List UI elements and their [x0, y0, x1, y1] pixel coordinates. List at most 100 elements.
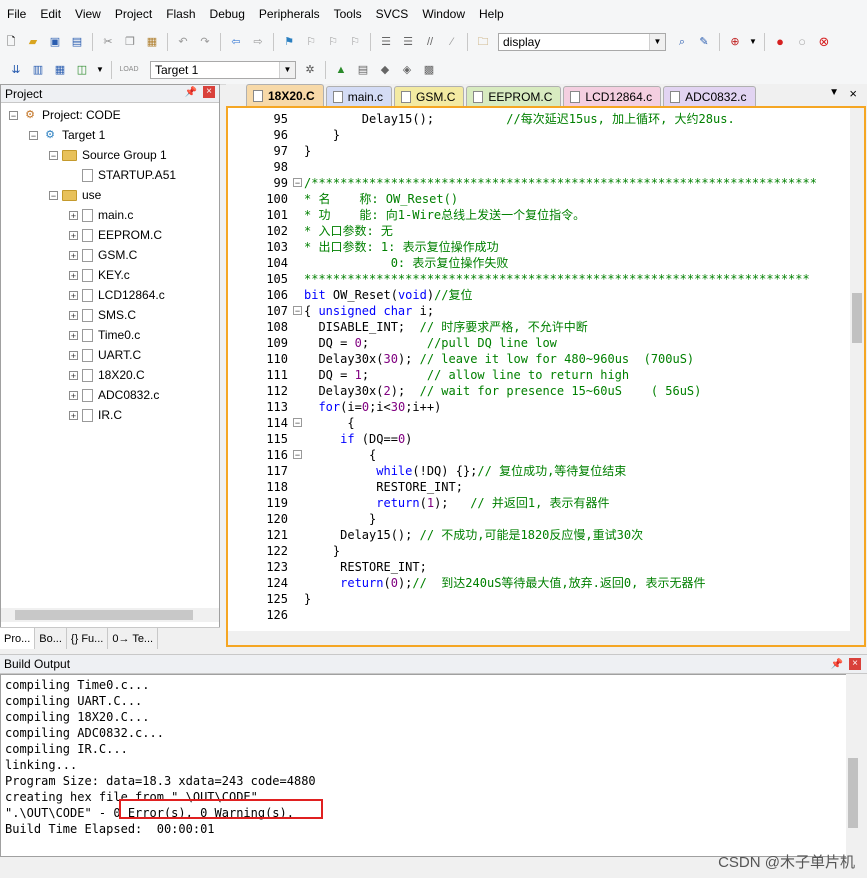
editor-tab[interactable]: LCD12864.c [563, 86, 662, 106]
breakpoint-icon[interactable]: ● [772, 34, 788, 50]
find-in-files-icon[interactable]: 🗀 [475, 34, 491, 50]
load-icon[interactable]: LOAD [119, 62, 139, 78]
expand-icon[interactable]: + [69, 230, 78, 240]
file-extensions-icon[interactable]: ▤ [355, 62, 371, 78]
chevron-down-icon[interactable]: ▼ [749, 34, 757, 50]
tree-item[interactable]: + ADC0832.c [69, 385, 159, 405]
close-icon[interactable]: × [203, 86, 215, 98]
expand-icon[interactable]: + [69, 290, 78, 300]
fold-toggle-icon[interactable]: − [293, 450, 302, 460]
pin-icon[interactable]: 📌 [831, 659, 843, 670]
translate-icon[interactable]: ⇊ [8, 62, 24, 78]
project-hscroll[interactable] [1, 608, 219, 622]
copy-icon[interactable]: ❐ [122, 34, 138, 50]
project-tab[interactable]: {} Fu... [67, 628, 109, 649]
undo-icon[interactable]: ↶ [175, 34, 191, 50]
tree-item[interactable]: − Source Group 1 [49, 145, 167, 165]
new-file-icon[interactable]: 🗋 [3, 34, 19, 50]
rebuild-icon[interactable]: ▦ [52, 62, 68, 78]
collapse-icon[interactable]: − [9, 110, 18, 120]
expand-icon[interactable]: + [69, 330, 78, 340]
tree-item[interactable]: + EEPROM.C [69, 225, 162, 245]
collapse-icon[interactable]: − [49, 150, 58, 160]
nav-back-icon[interactable]: ⇦ [228, 34, 244, 50]
close-icon[interactable]: × [849, 86, 857, 101]
manage-runtime-icon[interactable]: ◆ [377, 62, 393, 78]
tree-item[interactable]: + Time0.c [69, 325, 140, 345]
fold-toggle-icon[interactable]: − [293, 306, 302, 316]
project-hscroll-thumb[interactable] [15, 610, 193, 620]
expand-icon[interactable]: + [69, 270, 78, 280]
fold-toggle-icon[interactable]: − [293, 178, 302, 188]
chevron-down-icon[interactable]: ▼ [279, 62, 295, 78]
close-icon[interactable]: × [849, 658, 861, 670]
editor-tab[interactable]: 18X20.C [246, 84, 324, 106]
menu-peripherals[interactable]: Peripherals [252, 0, 327, 28]
uncomment-icon[interactable]: ⁄ [444, 34, 460, 50]
code-area[interactable]: Delay15(); //每次延迟15us, 加上循环, 大约28us. }} −… [292, 108, 850, 645]
tree-item[interactable]: + SMS.C [69, 305, 136, 325]
select-pack-icon[interactable]: ▩ [421, 62, 437, 78]
collapse-icon[interactable]: − [49, 190, 58, 200]
tab-list-icon[interactable]: ▼ [829, 87, 839, 98]
menu-debug[interactable]: Debug [203, 0, 252, 28]
tree-item[interactable]: +STARTUP.A51 [69, 165, 176, 185]
build-output-vscroll[interactable] [846, 674, 860, 857]
project-tab[interactable]: Bo... [35, 628, 67, 649]
expand-icon[interactable]: + [69, 210, 78, 220]
bookmark-clear-icon[interactable]: ⚐ [347, 34, 363, 50]
cut-icon[interactable]: ✂ [100, 34, 116, 50]
bookmark-next-icon[interactable]: ⚐ [325, 34, 341, 50]
tree-item[interactable]: + GSM.C [69, 245, 137, 265]
debug-start-icon[interactable]: ⊕ [727, 34, 743, 50]
menu-file[interactable]: File [0, 0, 33, 28]
expand-icon[interactable]: + [69, 370, 78, 380]
pin-icon[interactable]: 📌 [185, 87, 197, 98]
menu-svcs[interactable]: SVCS [369, 0, 416, 28]
target-options-icon[interactable]: ✲ [302, 62, 318, 78]
menu-window[interactable]: Window [415, 0, 472, 28]
paste-icon[interactable]: ▦ [144, 34, 160, 50]
save-icon[interactable]: ▣ [47, 34, 63, 50]
breakpoint-disable-icon[interactable]: ○ [794, 34, 810, 50]
project-tab[interactable]: Pro... [0, 628, 36, 649]
editor-hscroll[interactable] [228, 631, 864, 645]
expand-icon[interactable]: + [69, 410, 78, 420]
chevron-down-icon[interactable]: ▼ [96, 62, 104, 78]
find-icon[interactable]: ⌕ [674, 34, 690, 50]
editor-tab[interactable]: GSM.C [394, 86, 465, 106]
bookmark-prev-icon[interactable]: ⚐ [303, 34, 319, 50]
menu-view[interactable]: View [68, 0, 108, 28]
menu-project[interactable]: Project [108, 0, 159, 28]
redo-icon[interactable]: ↷ [197, 34, 213, 50]
batch-build-icon[interactable]: ◫ [74, 62, 90, 78]
manage-components-icon[interactable]: ▲ [333, 62, 349, 78]
build-icon[interactable]: ▥ [30, 62, 46, 78]
indent-icon[interactable]: ☰ [378, 34, 394, 50]
tree-item[interactable]: + IR.C [69, 405, 122, 425]
editor-vscroll-thumb[interactable] [852, 293, 862, 343]
build-output-vscroll-thumb[interactable] [848, 758, 858, 828]
tree-item[interactable]: +18X20.C [69, 365, 145, 385]
collapse-icon[interactable]: − [29, 130, 38, 140]
save-all-icon[interactable]: ▤ [69, 34, 85, 50]
tree-item[interactable]: + UART.C [69, 345, 141, 365]
expand-icon[interactable]: + [69, 310, 78, 320]
unindent-icon[interactable]: ☰ [400, 34, 416, 50]
tree-item[interactable]: + main.c [69, 205, 133, 225]
chevron-down-icon[interactable]: ▼ [649, 34, 665, 50]
tree-item[interactable]: − ⚙ Target 1 [29, 125, 105, 145]
comment-icon[interactable]: // [422, 34, 438, 50]
editor-vscroll[interactable] [850, 108, 864, 645]
pack-installer-icon[interactable]: ◈ [399, 62, 415, 78]
open-file-icon[interactable]: ▰ [25, 34, 41, 50]
expand-icon[interactable]: + [69, 390, 78, 400]
expand-icon[interactable]: + [69, 350, 78, 360]
tree-item[interactable]: − ⚙ Project: CODE [9, 105, 121, 125]
editor-tab[interactable]: main.c [325, 86, 393, 106]
target-combo[interactable]: Target 1 ▼ [150, 61, 296, 79]
project-tab[interactable]: 0→ Te... [108, 628, 159, 649]
breakpoint-clear-icon[interactable]: ⊗ [816, 34, 832, 50]
menu-tools[interactable]: Tools [327, 0, 369, 28]
code-editor[interactable]: 95 96 97 98 99 100 101 102 103 104 105 106 107 108 109… [226, 106, 866, 647]
